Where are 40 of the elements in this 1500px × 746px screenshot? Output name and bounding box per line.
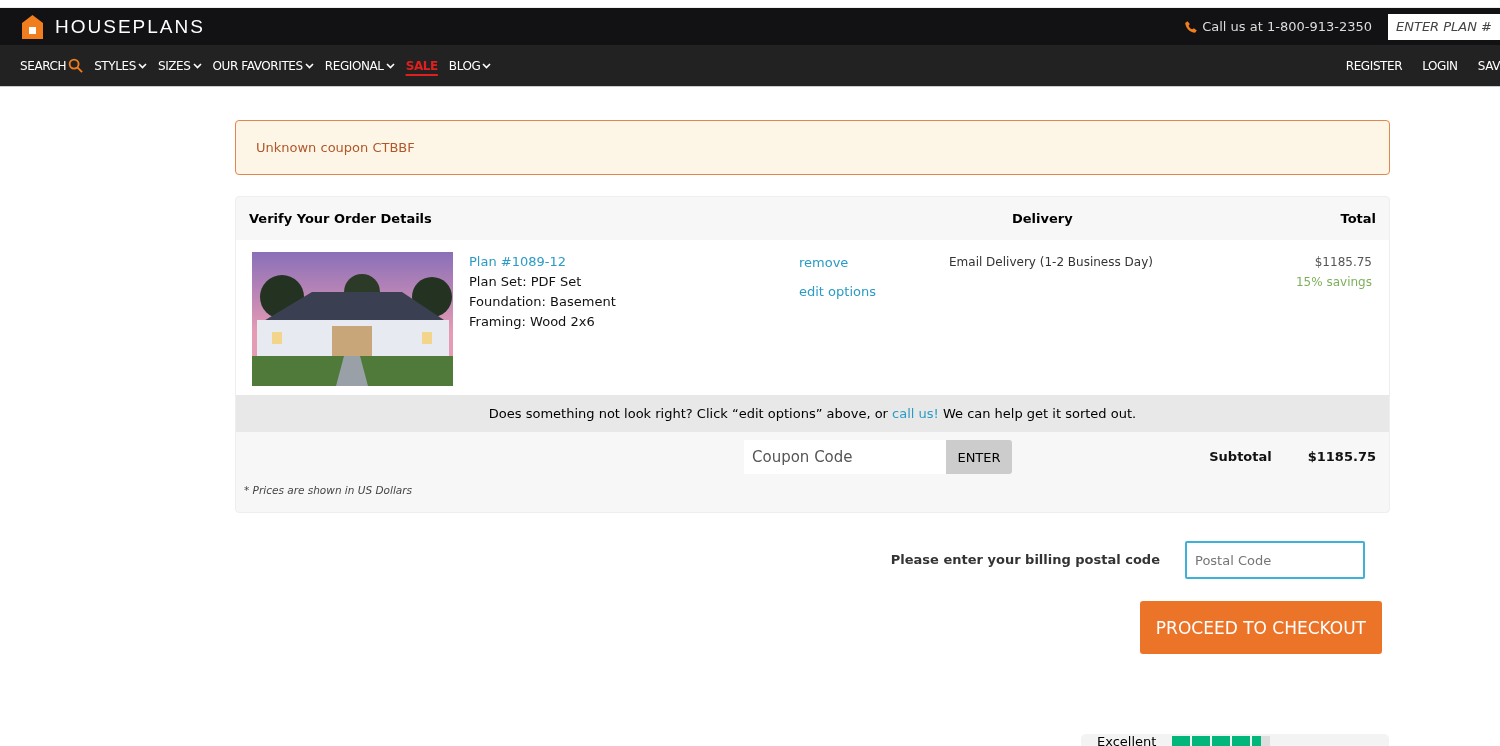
review-widget[interactable]: Excellent: [1081, 734, 1389, 746]
coupon-code-field[interactable]: Coupon Code: [744, 440, 946, 474]
currency-note: * Prices are shown in US Dollars: [244, 483, 413, 498]
site-logo[interactable]: HOUSEPLANS: [55, 15, 205, 38]
search-icon: [68, 58, 84, 73]
plan-detail: Framing: Wood 2x6: [469, 313, 596, 331]
subtotal-label: Subtotal: [1209, 448, 1272, 466]
delivery-method: Email Delivery (1-2 Business Day): [949, 254, 1154, 271]
plan-detail: Foundation: Basement: [469, 293, 617, 311]
column-header: Total: [1339, 211, 1376, 226]
nav-link[interactable]: SAV: [1477, 58, 1500, 73]
column-header: Delivery: [1011, 211, 1074, 226]
house-logo-icon[interactable]: [22, 14, 43, 39]
chevron-down-icon: [304, 62, 314, 69]
nav-menu-item[interactable]: BLOG: [448, 58, 492, 73]
phone-number[interactable]: Call us at 1-800-913-2350: [1202, 19, 1372, 34]
chevron-down-icon: [482, 62, 492, 69]
column-header: Verify Your Order Details: [249, 211, 433, 226]
nav-menu-item[interactable]: STYLES: [94, 58, 147, 73]
billing-postal-label: Please enter your billing postal code: [890, 551, 1160, 569]
chevron-down-icon: [137, 62, 147, 69]
postal-code-field[interactable]: Postal Code: [1185, 541, 1365, 579]
item-price: $1185.75: [1313, 254, 1372, 271]
chevron-down-icon: [385, 62, 395, 69]
help-message: Does something not look right? Click “edit options” above, or call us! We can help get it sorted out.: [236, 395, 1389, 432]
nav-menu-item[interactable]: SIZES: [157, 58, 202, 73]
plan-detail: Plan Set: PDF Set: [469, 273, 583, 291]
nav-link[interactable]: REGISTER: [1345, 58, 1403, 73]
subtotal-amount: $1185.75: [1307, 448, 1376, 466]
enter-button[interactable]: ENTER: [946, 440, 1012, 474]
savings-text: 15% savings: [1295, 274, 1372, 291]
nav-menu-item[interactable]: OUR FAVORITES: [212, 58, 314, 73]
coupon-error-alert: Unknown coupon CTBBF: [235, 120, 1390, 175]
nav-link[interactable]: LOGIN: [1422, 58, 1458, 73]
chevron-down-icon: [192, 62, 202, 69]
nav-menu-item[interactable]: REGIONAL: [324, 58, 395, 73]
nav-menu-item[interactable]: SEARCH: [20, 58, 84, 73]
plan-number-field[interactable]: ENTER PLAN #: [1388, 13, 1500, 40]
phone-icon: [1184, 19, 1199, 34]
rating-text: Excellent: [1097, 736, 1157, 746]
